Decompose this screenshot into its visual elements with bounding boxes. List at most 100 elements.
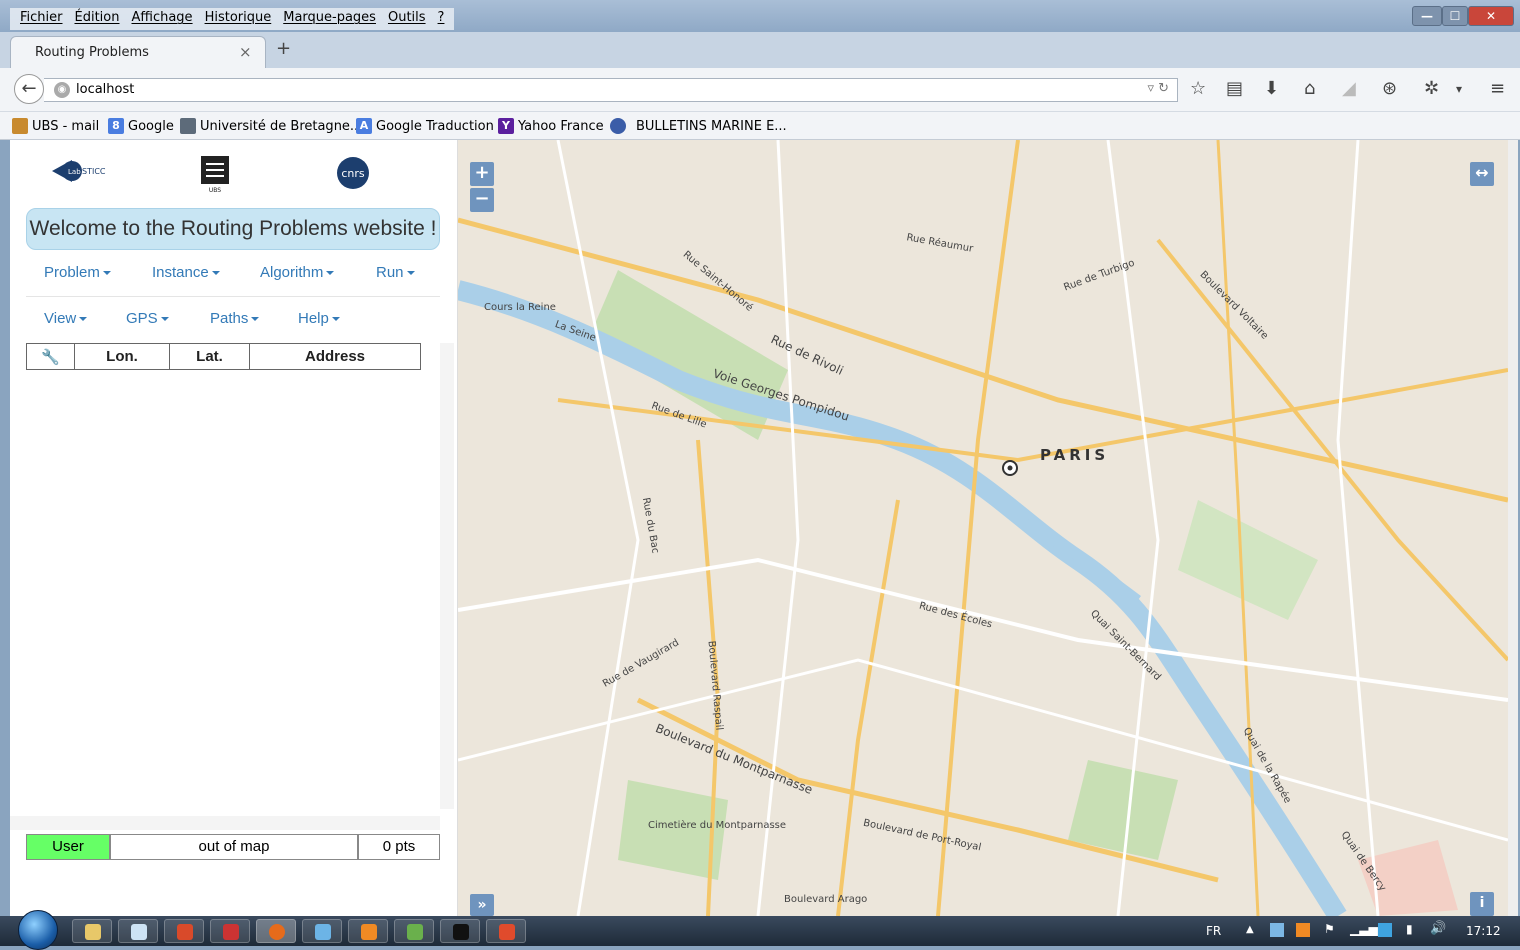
bookmark-yahoo-france[interactable]: Y Yahoo France — [498, 118, 604, 134]
caret-down-icon — [326, 271, 335, 276]
notepad-icon — [131, 924, 147, 940]
tray-xampp-icon[interactable] — [1296, 923, 1310, 937]
university-icon — [180, 118, 196, 134]
reload-icon[interactable]: ▿ ↻ — [1147, 81, 1169, 96]
page-content: Lab STICC UBS cnrs Welcome to the Routin… — [10, 140, 1518, 916]
table-vertical-scrollbar[interactable] — [440, 343, 454, 809]
zoom-out-button[interactable]: − — [470, 188, 494, 212]
taskbar-app[interactable] — [486, 919, 526, 943]
menu-outils[interactable]: Outils — [382, 8, 432, 30]
taskbar-firefox[interactable] — [256, 919, 296, 943]
app-icon — [177, 924, 193, 940]
home-icon[interactable]: ⌂ — [1304, 78, 1315, 99]
menu-view[interactable]: View — [44, 310, 88, 327]
addon-icon[interactable]: ⊛ — [1382, 78, 1397, 99]
taskbar-app[interactable] — [394, 919, 434, 943]
menu-gps[interactable]: GPS — [126, 310, 169, 327]
maximize-button[interactable]: ☐ — [1442, 6, 1468, 26]
tray-app-icon[interactable] — [1378, 923, 1392, 937]
bookmark-bulletins-marine[interactable]: BULLETINS MARINE E... — [610, 118, 787, 134]
left-panel: Lab STICC UBS cnrs Welcome to the Routin… — [10, 140, 458, 916]
menu-fichier[interactable]: Fichier — [14, 8, 69, 30]
share-icon[interactable]: ◢ — [1342, 78, 1356, 99]
network-icon[interactable]: ▁▃▅ — [1350, 922, 1378, 936]
flag-icon[interactable]: ⚑ — [1324, 922, 1335, 936]
yahoo-icon: Y — [498, 118, 514, 134]
close-window-button[interactable]: ✕ — [1468, 6, 1514, 26]
marine-icon — [610, 118, 626, 134]
app-icon — [499, 924, 515, 940]
map-view[interactable]: PARIS La Seine Rue de Rivoli Voie George… — [458, 140, 1508, 916]
menu-marque-pages[interactable]: Marque-pages — [277, 8, 382, 30]
folder-icon — [85, 924, 101, 940]
menu-help[interactable]: ? — [432, 8, 451, 30]
menu-divider — [26, 296, 440, 297]
header-address[interactable]: Address — [249, 343, 421, 370]
bookmark-ubs-mail[interactable]: UBS - mail — [12, 118, 99, 134]
info-button[interactable]: i — [1470, 892, 1494, 916]
minimize-button[interactable]: — — [1412, 6, 1442, 26]
tray-clock[interactable]: 17:12 — [1466, 924, 1501, 938]
caret-down-icon — [251, 317, 260, 322]
menu-help[interactable]: Help — [298, 310, 340, 327]
chevron-down-icon[interactable]: ▾ — [1456, 82, 1462, 96]
taskbar-app[interactable] — [164, 919, 204, 943]
url-bar[interactable]: ◉ localhost ▿ ↻ — [44, 78, 1178, 102]
bookmark-google-traduction[interactable]: A Google Traduction — [356, 118, 494, 134]
street-label: Cimetière du Montparnasse — [648, 820, 787, 831]
bookmarks-bar: UBS - mail 8 Google Université de Bretagn… — [0, 112, 1520, 140]
taskbar-notepad[interactable] — [118, 919, 158, 943]
map-tiles — [458, 140, 1508, 916]
taskbar-xampp[interactable] — [348, 919, 388, 943]
tray-app-icon[interactable] — [1270, 923, 1284, 937]
menu-edition[interactable]: Édition — [69, 8, 126, 30]
new-tab-button[interactable]: + — [276, 38, 291, 59]
menu-paths[interactable]: Paths — [210, 310, 260, 327]
volume-icon[interactable]: 🔊 — [1430, 921, 1446, 936]
points-table-container: 🔧 Lon. Lat. Address — [26, 343, 440, 809]
caret-down-icon — [406, 271, 415, 276]
tray-language[interactable]: FR — [1206, 924, 1221, 938]
reading-list-icon[interactable]: ▤ — [1226, 78, 1243, 99]
zoom-in-button[interactable]: + — [470, 162, 494, 186]
taskbar-explorer[interactable] — [72, 919, 112, 943]
battery-icon[interactable]: ▮ — [1406, 922, 1413, 936]
svg-text:UBS: UBS — [209, 187, 221, 194]
table-horizontal-scrollbar[interactable] — [10, 816, 440, 830]
cnrs-logo: cnrs — [337, 157, 369, 189]
taskbar-app[interactable] — [210, 919, 250, 943]
bookmark-universite[interactable]: Université de Bretagne... — [180, 118, 362, 134]
expand-map-button[interactable]: ↔ — [1470, 162, 1494, 186]
globe-icon: ◉ — [54, 82, 70, 98]
extension-icon[interactable]: ✲ — [1424, 78, 1439, 99]
header-lon[interactable]: Lon. — [74, 343, 170, 370]
taskbar-app[interactable] — [302, 919, 342, 943]
bookmark-google[interactable]: 8 Google — [108, 118, 174, 134]
taskbar-terminal[interactable] — [440, 919, 480, 943]
menu-problem[interactable]: Problem — [44, 264, 111, 281]
header-lat[interactable]: Lat. — [169, 343, 250, 370]
start-button[interactable] — [18, 910, 58, 950]
wrench-icon[interactable]: 🔧 — [26, 343, 75, 370]
menu-historique[interactable]: Historique — [199, 8, 278, 30]
page-vertical-scrollbar[interactable] — [1508, 140, 1518, 916]
tray-expand-icon[interactable]: ▲ — [1246, 924, 1254, 935]
back-button[interactable]: ← — [14, 74, 44, 104]
status-row: User out of map 0 pts — [26, 834, 440, 860]
bookmark-star-icon[interactable]: ☆ — [1190, 78, 1206, 99]
firefox-icon — [269, 924, 285, 940]
menu-affichage[interactable]: Affichage — [125, 8, 198, 30]
menu-instance[interactable]: Instance — [152, 264, 220, 281]
toggle-panel-button[interactable]: » — [470, 894, 494, 916]
tab-routing-problems[interactable]: Routing Problems × — [10, 36, 266, 68]
tab-close-icon[interactable]: × — [239, 43, 252, 61]
url-text[interactable]: localhost — [76, 82, 134, 97]
table-header-row: 🔧 Lon. Lat. Address — [26, 343, 421, 370]
download-icon[interactable]: ⬇ — [1264, 78, 1279, 99]
menu-run[interactable]: Run — [376, 264, 415, 281]
caret-down-icon — [331, 317, 340, 322]
hamburger-menu-icon[interactable]: ≡ — [1490, 78, 1505, 99]
caret-down-icon — [79, 317, 88, 322]
app-icon — [315, 924, 331, 940]
menu-algorithm[interactable]: Algorithm — [260, 264, 335, 281]
